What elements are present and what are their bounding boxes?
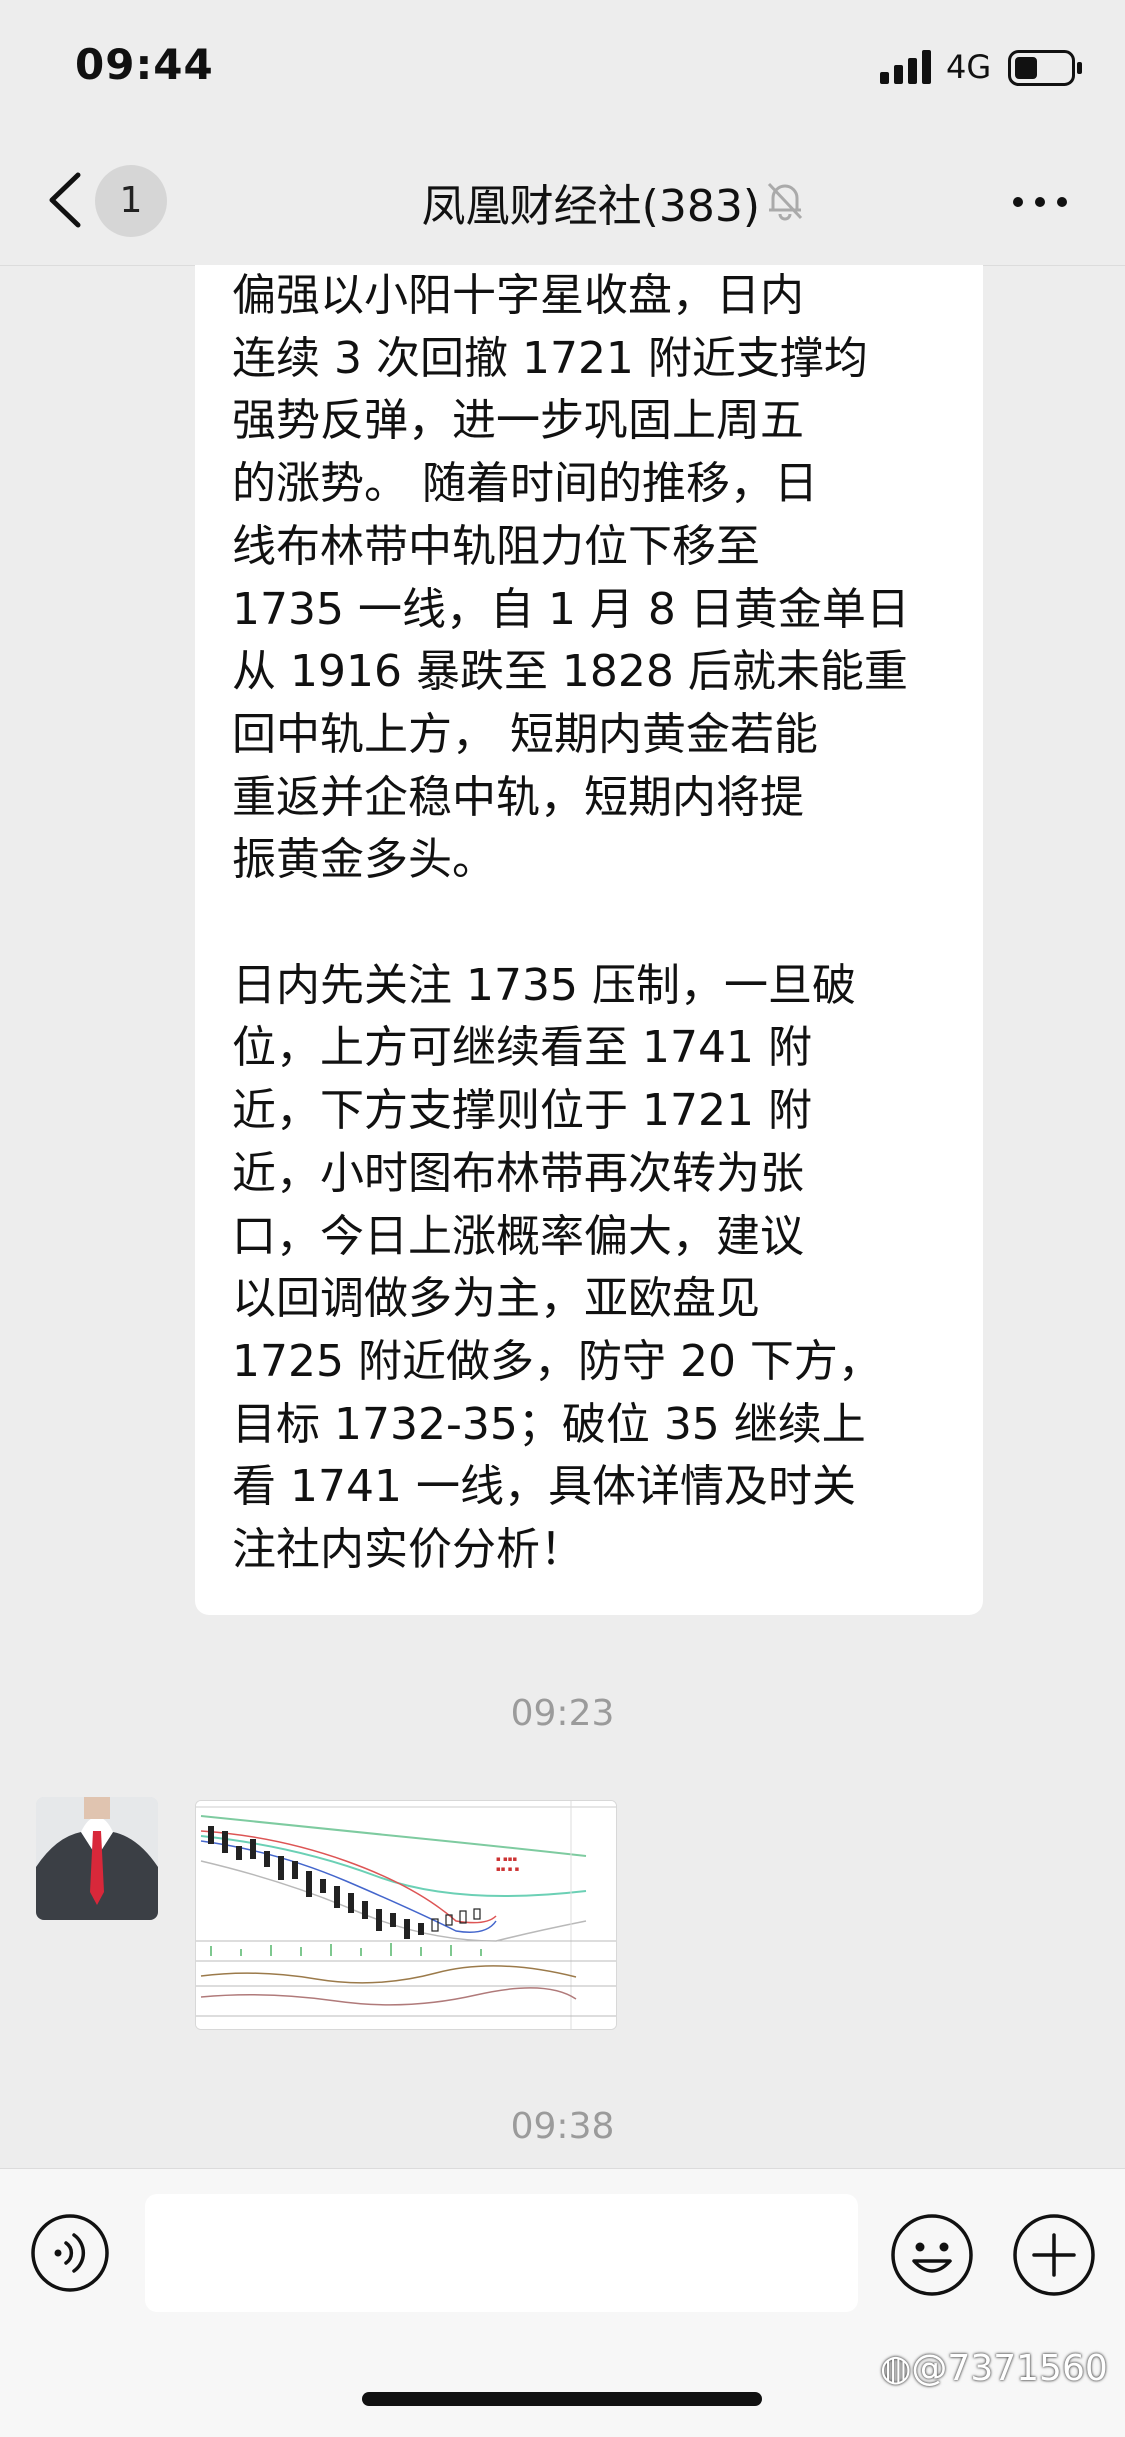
unread-count-badge[interactable]: 1	[95, 165, 167, 237]
weibo-logo-icon: ◍	[880, 2348, 912, 2389]
message-timestamp: 09:38	[510, 2106, 615, 2147]
emoji-icon[interactable]	[890, 2213, 974, 2297]
network-type: 4G	[946, 48, 992, 86]
voice-icon[interactable]	[30, 2213, 110, 2293]
status-bar: 09:44 4G	[0, 0, 1125, 140]
chat-title: 凤凰财经社(383)	[421, 181, 760, 232]
home-indicator[interactable]	[362, 2392, 762, 2406]
chat-header: 1 凤凰财经社(383)	[0, 140, 1125, 266]
message-timestamp: 09:23	[510, 1693, 615, 1734]
avatar-image	[36, 1797, 158, 1920]
message-text: 偏强以小阳十字星收盘，日内 连续 3 次回撤 1721 附近支撑均 强势反弹，进…	[232, 270, 910, 1576]
plus-circle-icon[interactable]	[1012, 2213, 1096, 2297]
bell-slash-icon	[767, 182, 803, 221]
more-dots-icon[interactable]	[1010, 192, 1070, 212]
signal-icon	[880, 50, 931, 84]
watermark-text: @7371560	[911, 2348, 1108, 2389]
chevron-left-icon[interactable]	[40, 165, 95, 235]
svg-text:▪ ▪▪▪: ▪ ▪▪▪	[496, 1855, 517, 1863]
status-time: 09:44	[75, 40, 214, 89]
svg-text:▪▪ ▪ ▪: ▪▪ ▪ ▪	[496, 1865, 520, 1873]
watermark: ◍@7371560	[880, 2348, 1108, 2389]
message-input[interactable]	[145, 2194, 858, 2312]
candlestick-chart-thumbnail: ▪ ▪▪▪ ▪▪ ▪ ▪	[196, 1801, 616, 2029]
sender-avatar[interactable]	[36, 1797, 158, 1920]
chart-image-message[interactable]: ▪ ▪▪▪ ▪▪ ▪ ▪	[195, 1800, 617, 2030]
battery-icon	[1008, 50, 1082, 86]
